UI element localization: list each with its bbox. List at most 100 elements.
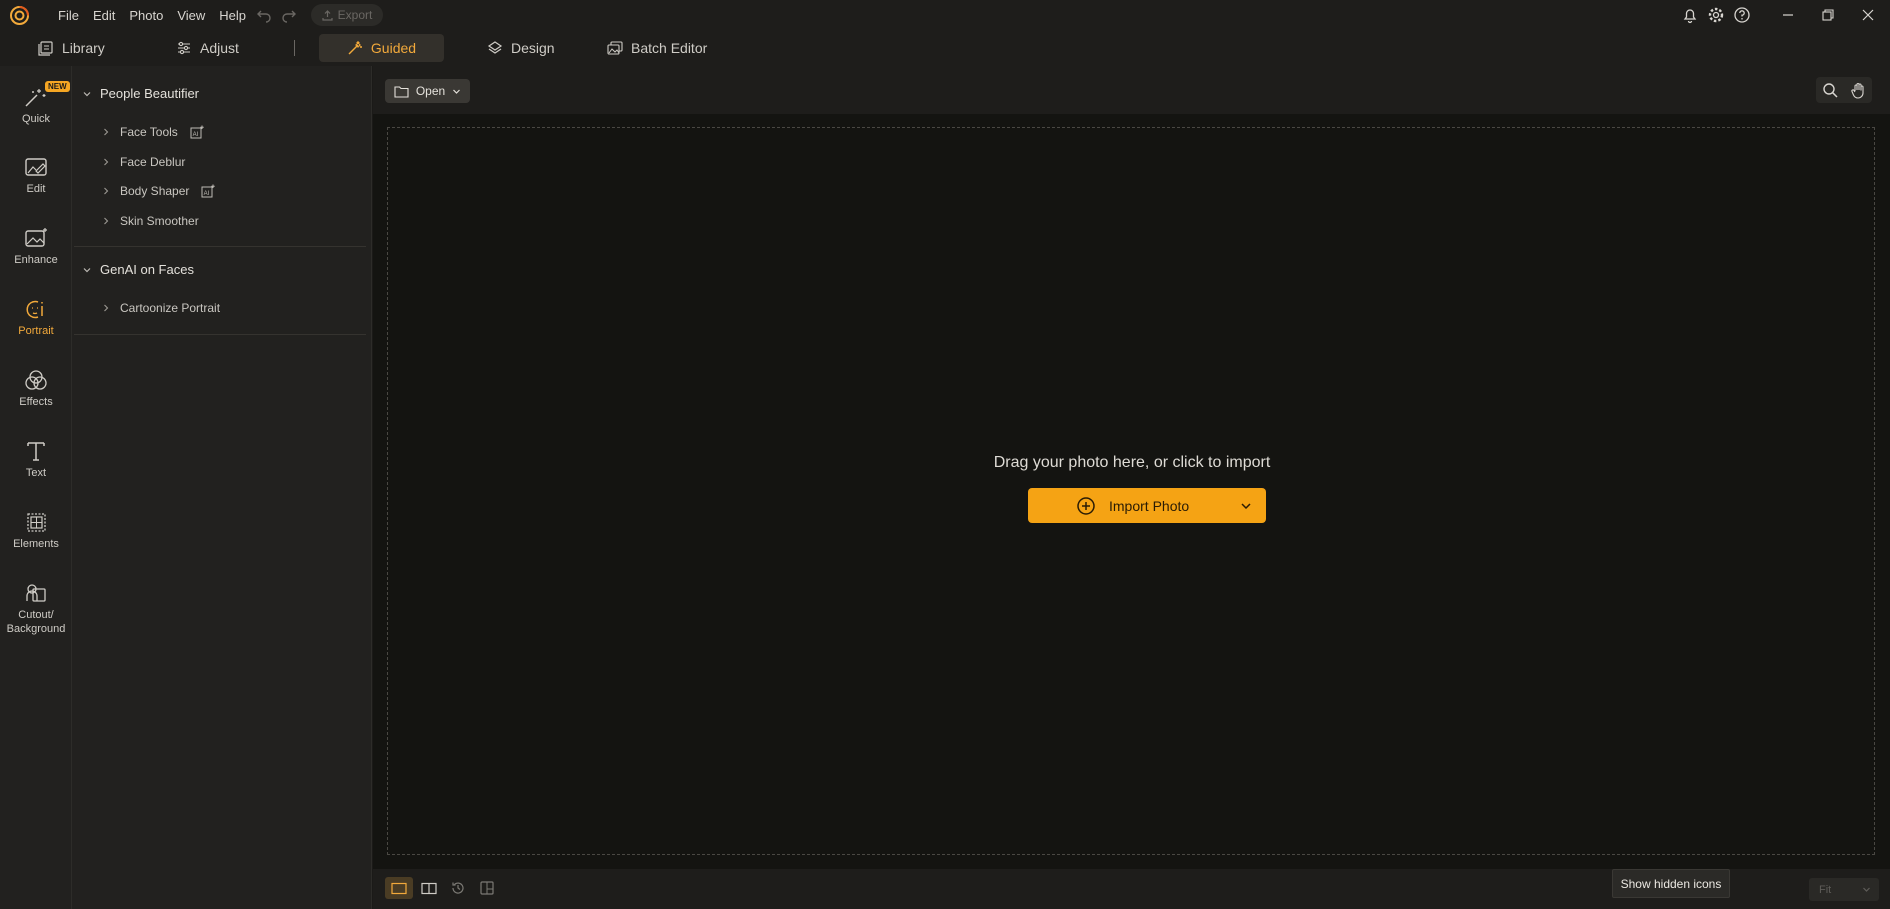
menu-photo[interactable]: Photo bbox=[129, 8, 163, 23]
compare-icon bbox=[480, 881, 494, 895]
rail-item-effects-label: Effects bbox=[19, 396, 53, 408]
rail-item-portrait[interactable]: Portrait bbox=[0, 298, 72, 337]
hand-pan-icon[interactable] bbox=[1850, 82, 1867, 99]
item-face-tools[interactable]: Face Tools AI bbox=[102, 125, 204, 139]
app-logo-icon bbox=[10, 6, 29, 25]
help-icon[interactable] bbox=[1733, 6, 1751, 24]
import-photo-label: Import Photo bbox=[1109, 497, 1190, 514]
menu-file[interactable]: File bbox=[58, 8, 79, 23]
panel-divider bbox=[74, 334, 366, 335]
portrait-icon bbox=[26, 300, 43, 319]
rail-item-effects[interactable]: Effects bbox=[0, 369, 72, 408]
ai-badge-icon: AI bbox=[190, 125, 204, 139]
item-cartoonize-portrait[interactable]: Cartoonize Portrait bbox=[102, 301, 220, 315]
chevron-down-icon bbox=[1863, 887, 1870, 892]
bell-icon[interactable] bbox=[1681, 6, 1699, 24]
menu-help[interactable]: Help bbox=[219, 8, 246, 23]
tab-adjust[interactable]: Adjust bbox=[164, 34, 251, 62]
tab-library-label: Library bbox=[62, 40, 105, 56]
single-view-button[interactable] bbox=[385, 877, 413, 899]
gear-icon[interactable] bbox=[1707, 6, 1725, 24]
minimize-icon[interactable] bbox=[1778, 5, 1798, 25]
cutout-icon bbox=[26, 584, 46, 602]
panel-divider bbox=[74, 246, 366, 247]
effects-circles-icon bbox=[25, 370, 47, 390]
layers-icon bbox=[487, 41, 503, 54]
rail-item-text[interactable]: Text bbox=[0, 440, 72, 479]
group-genai-on-faces[interactable]: GenAI on Faces bbox=[82, 262, 194, 277]
show-hidden-icons-tooltip: Show hidden icons bbox=[1612, 869, 1730, 898]
item-skin-smoother[interactable]: Skin Smoother bbox=[102, 214, 199, 228]
nav-divider bbox=[294, 40, 295, 56]
item-body-shaper-label: Body Shaper bbox=[120, 184, 190, 198]
group-genai-on-faces-title: GenAI on Faces bbox=[100, 262, 194, 277]
export-button[interactable]: Export bbox=[311, 4, 383, 26]
canvas-area: Drag your photo here, or click to import… bbox=[373, 114, 1890, 869]
rail-item-cutout-label: Cutout/ bbox=[18, 609, 54, 621]
text-icon bbox=[27, 442, 45, 461]
elements-icon bbox=[27, 513, 46, 532]
title-bar: File Edit Photo View Help Export bbox=[0, 0, 1890, 30]
svg-text:AI: AI bbox=[204, 191, 210, 197]
restore-icon[interactable] bbox=[1818, 5, 1838, 25]
guided-tool-panel: People Beautifier Face Tools AI Face Deb… bbox=[72, 66, 372, 909]
rail-item-enhance-label: Enhance bbox=[14, 254, 58, 266]
item-face-deblur[interactable]: Face Deblur bbox=[102, 155, 185, 169]
canvas-toolbar: Open bbox=[373, 66, 1890, 114]
edit-photo-icon bbox=[25, 158, 47, 176]
menu-view[interactable]: View bbox=[177, 8, 205, 23]
search-icon[interactable] bbox=[1822, 82, 1839, 99]
rail-item-elements-label: Elements bbox=[13, 538, 59, 550]
svg-text:AI: AI bbox=[192, 132, 198, 138]
rail-item-enhance[interactable]: Enhance bbox=[0, 227, 72, 266]
single-view-icon bbox=[391, 882, 407, 894]
group-people-beautifier[interactable]: People Beautifier bbox=[82, 86, 199, 101]
chevron-right-icon bbox=[104, 158, 109, 166]
compare-button[interactable] bbox=[473, 877, 501, 899]
history-icon bbox=[452, 882, 464, 894]
tab-library[interactable]: Library bbox=[26, 34, 117, 62]
tab-design[interactable]: Design bbox=[475, 34, 567, 62]
rail-item-edit[interactable]: Edit bbox=[0, 156, 72, 195]
batch-images-icon bbox=[607, 41, 623, 55]
rail-item-cutout-background[interactable]: Cutout/ Background bbox=[0, 582, 72, 636]
tab-batch-editor-label: Batch Editor bbox=[631, 40, 708, 56]
rail-item-quick-label: Quick bbox=[21, 113, 51, 125]
open-button[interactable]: Open bbox=[385, 79, 470, 103]
menu-bar: File Edit Photo View Help bbox=[58, 0, 260, 30]
enhance-photo-icon bbox=[25, 228, 47, 247]
ai-badge-icon: AI bbox=[201, 184, 216, 198]
rail-item-elements[interactable]: Elements bbox=[0, 511, 72, 550]
chevron-down-icon bbox=[83, 267, 91, 272]
rail-item-quick[interactable]: Quick bbox=[0, 86, 72, 125]
chevron-down-icon[interactable] bbox=[1239, 499, 1253, 513]
group-people-beautifier-title: People Beautifier bbox=[100, 86, 200, 101]
close-icon[interactable] bbox=[1858, 5, 1878, 25]
rail-item-edit-label: Edit bbox=[26, 183, 46, 195]
tab-batch-editor[interactable]: Batch Editor bbox=[595, 34, 719, 62]
rail-item-text-label: Text bbox=[25, 467, 47, 479]
sliders-icon bbox=[178, 41, 190, 55]
photo-drop-zone[interactable]: Drag your photo here, or click to import… bbox=[387, 127, 1875, 855]
tool-rail: NEW Quick Edit Enhance Portrait Effects … bbox=[0, 66, 72, 909]
menu-edit[interactable]: Edit bbox=[93, 8, 115, 23]
chevron-right-icon bbox=[104, 187, 109, 195]
item-face-tools-label: Face Tools bbox=[120, 125, 178, 139]
item-body-shaper[interactable]: Body Shaper AI bbox=[102, 184, 216, 198]
zoom-fit-select[interactable]: Fit bbox=[1809, 878, 1879, 901]
redo-icon[interactable] bbox=[281, 7, 297, 23]
quick-wand-icon bbox=[25, 89, 46, 107]
zoom-fit-label: Fit bbox=[1819, 883, 1832, 896]
view-tools bbox=[1816, 77, 1872, 103]
chevron-down-icon bbox=[83, 91, 91, 96]
tab-guided[interactable]: Guided bbox=[319, 34, 444, 62]
split-view-button[interactable] bbox=[415, 877, 443, 899]
import-photo-button[interactable]: Import Photo bbox=[1028, 488, 1266, 523]
history-button[interactable] bbox=[444, 877, 472, 899]
undo-icon[interactable] bbox=[256, 7, 272, 23]
chevron-right-icon bbox=[104, 217, 109, 225]
export-label: Export bbox=[337, 8, 373, 22]
rail-item-background-label: Background bbox=[6, 623, 66, 635]
chevron-right-icon bbox=[104, 128, 109, 136]
magic-wand-icon bbox=[348, 41, 362, 55]
